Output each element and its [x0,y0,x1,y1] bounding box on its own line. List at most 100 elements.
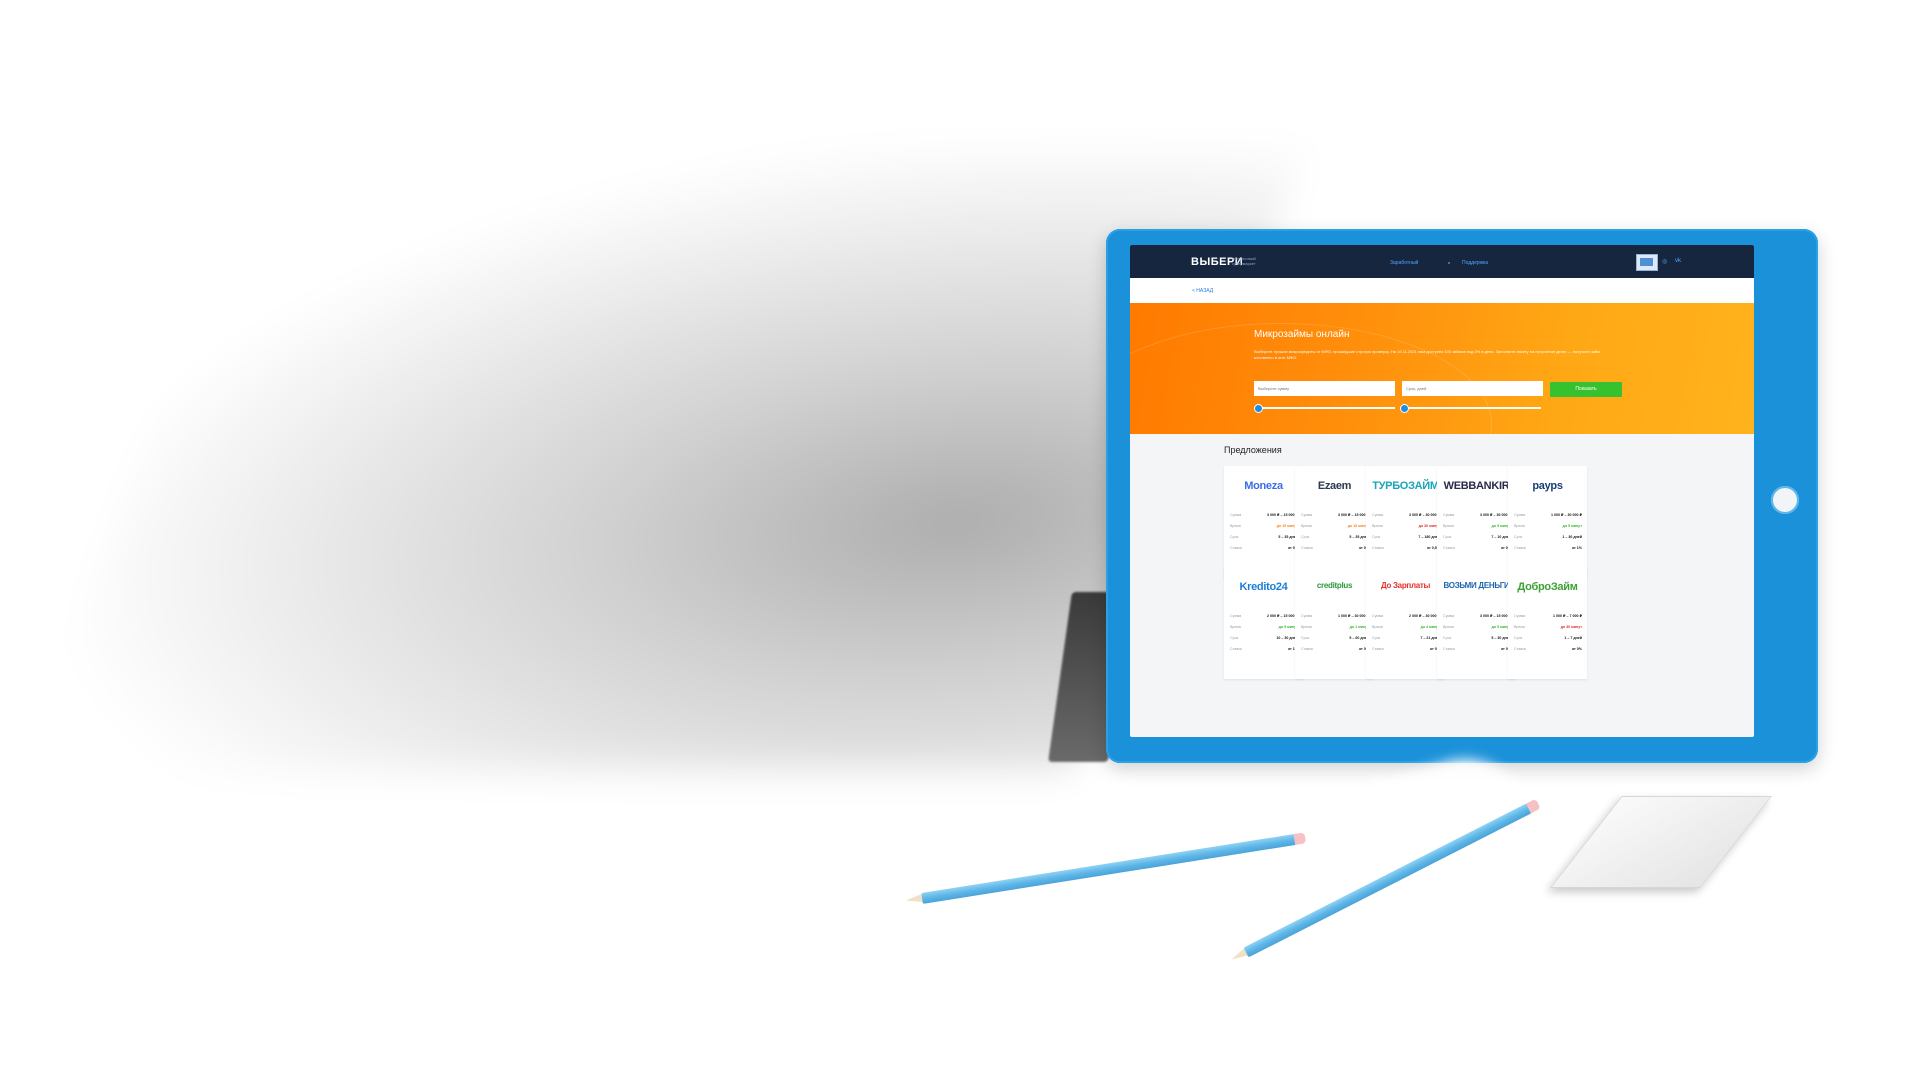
offer-card[interactable]: ДоброЗайм Сумма 1 000 ₽ – 7 000 ₽ Время до 3… [1508,567,1587,679]
row-label: Срок [1301,535,1310,539]
amount-input[interactable] [1254,381,1395,396]
offer-card[interactable]: ВОЗЬМИ ДЕНЬГИ Сумма 3 000 ₽ – 15 000 ₽ Врем… [1437,567,1516,679]
lender-logo: ВОЗЬМИ ДЕНЬГИ [1443,581,1510,590]
offer-card[interactable]: creditplus Сумма 1 000 ₽ – 30 000 ₽ Время до… [1295,567,1374,679]
row-label: Сумма [1230,614,1242,618]
offer-row-rate: Ставка от 0% [1372,647,1440,655]
row-label: Время [1372,625,1383,629]
amount-slider-handle[interactable] [1254,404,1263,413]
term-slider[interactable] [1402,407,1541,409]
offer-card[interactable]: Kredito24 Сумма 2 000 ₽ – 15 000 ₽ Время до … [1224,567,1303,679]
nav-link-support[interactable]: Поддержка [1462,260,1488,266]
row-value: 3 000 ₽ – 15 000 ₽ [1480,614,1511,618]
row-value: 1 – 7 дней [1564,636,1582,640]
offer-row-rate: Ставка от 1% [1230,647,1298,655]
row-label: Сумма [1230,513,1242,517]
row-label: Сумма [1372,614,1384,618]
offer-row-rate: Ставка от 1% [1514,546,1582,554]
term-slider-handle[interactable] [1400,404,1409,413]
row-label: Срок [1230,535,1239,539]
offer-row-rate: Ставка от 0% [1514,647,1582,655]
offer-row-amount: Сумма 1 000 ₽ – 7 000 ₽ [1514,614,1582,622]
offer-row-rate: Ставка от 0% [1301,546,1369,554]
row-label: Срок [1514,535,1523,539]
row-label: Ставка [1301,546,1313,550]
row-label: Ставка [1230,647,1242,651]
notepad [1550,796,1772,888]
offer-row-time: Время до 5 минут [1443,524,1511,532]
offer-row-time: Время до 5 минут [1230,625,1298,633]
offer-row-term: Срок 10 – 30 дней [1230,636,1298,644]
lender-logo: payps [1532,480,1563,492]
hero-banner: Микрозаймы онлайн Выберите лучшие микрок… [1130,303,1754,434]
home-button[interactable] [1771,486,1799,514]
row-label: Ставка [1514,546,1526,550]
tablet-screen: ВЫБЕРИ финансовый супермаркет Заработный… [1130,245,1754,737]
row-label: Время [1301,625,1312,629]
row-label: Ставка [1230,546,1242,550]
row-label: Ставка [1514,647,1526,651]
offer-card[interactable]: Moneza Сумма 3 000 ₽ – 15 000 ₽ Время до 15 … [1224,466,1303,578]
pencil-tip [905,894,923,905]
row-label: Срок [1514,636,1523,640]
offer-row-rate: Ставка от 0% [1230,546,1298,554]
offer-card[interactable]: ТУРБОЗАЙМ Сумма 3 000 ₽ – 30 000 ₽ Время до … [1366,466,1445,578]
term-input[interactable] [1402,381,1543,396]
offer-row-amount: Сумма 3 000 ₽ – 15 000 ₽ [1443,614,1511,622]
row-label: Сумма [1514,614,1526,618]
row-value: от 1% [1571,546,1582,550]
offer-row-amount: Сумма 3 000 ₽ – 15 000 ₽ [1301,513,1369,521]
row-label: Ставка [1372,546,1384,550]
offer-row-amount: Сумма 3 000 ₽ – 15 000 ₽ [1230,513,1298,521]
row-value: от 0% [1571,647,1582,651]
offer-row-time: Время до 30 минут [1514,625,1582,633]
pencil-tip [1229,948,1248,963]
row-label: Срок [1230,636,1239,640]
amount-slider[interactable] [1256,407,1395,409]
offer-row-rate: Ставка от 0% [1443,546,1511,554]
offer-row-rate: Ставка от 0,5% [1372,546,1440,554]
offer-card[interactable]: До Зарплаты Сумма 2 000 ₽ – 30 000 ₽ Время д… [1366,567,1445,679]
instagram-icon[interactable]: ◎ [1662,258,1667,265]
row-label: Срок [1372,636,1381,640]
vk-icon[interactable]: vk [1675,258,1681,264]
row-value: 3 000 ₽ – 30 000 ₽ [1480,513,1511,517]
offer-row-term: Срок 7 – 21 дней [1372,636,1440,644]
top-navbar: ВЫБЕРИ финансовый супермаркет Заработный… [1130,245,1754,278]
lender-logo: Kredito24 [1239,581,1288,593]
hero-title: Микрозаймы онлайн [1254,329,1350,340]
back-link[interactable]: < НАЗАД [1192,288,1213,294]
offer-row-time: Время до 30 минут [1372,524,1440,532]
row-label: Время [1443,625,1454,629]
nav-separator [1448,262,1450,264]
offer-row-term: Срок 5 – 35 дней [1301,535,1369,543]
offer-row-term: Срок 7 – 10 дней [1443,535,1511,543]
account-icon[interactable] [1636,254,1658,271]
row-label: Срок [1443,535,1452,539]
row-value: 3 000 ₽ – 15 000 ₽ [1267,513,1298,517]
nav-link-salary[interactable]: Заработный [1390,260,1418,266]
offer-card[interactable]: Ezaem Сумма 3 000 ₽ – 15 000 ₽ Время до 15 м… [1295,466,1374,578]
row-label: Ставка [1372,647,1384,651]
row-label: Время [1514,625,1525,629]
offer-row-time: Время до 4 минут [1372,625,1440,633]
offer-row-amount: Сумма 3 000 ₽ – 30 000 ₽ [1372,513,1440,521]
row-label: Срок [1443,636,1452,640]
offer-card[interactable]: WEBBANKIR Сумма 3 000 ₽ – 30 000 ₽ Время до … [1437,466,1516,578]
row-value: до 5 минут [1562,524,1582,528]
offer-row-amount: Сумма 1 000 ₽ – 30 000 ₽ [1301,614,1369,622]
offer-card[interactable]: payps Сумма 1 000 ₽ – 30 000 ₽ Время до 5 ми… [1508,466,1587,578]
lender-logo: ТУРБОЗАЙМ [1372,480,1439,492]
offer-row-amount: Сумма 1 000 ₽ – 30 000 ₽ [1514,513,1582,521]
lender-logo: WEBBANKIR [1443,480,1510,492]
row-label: Сумма [1443,614,1455,618]
offer-row-time: Время до 15 минут [1301,524,1369,532]
row-label: Время [1301,524,1312,528]
tablet-device: ВЫБЕРИ финансовый супермаркет Заработный… [1106,229,1818,763]
row-value: до 30 минут [1560,625,1582,629]
show-button[interactable]: Показать [1550,382,1622,397]
row-label: Сумма [1301,513,1313,517]
offer-row-term: Срок 1 – 7 дней [1514,636,1582,644]
hero-description: Выберите лучшие микрокредиты от МФО, про… [1254,349,1600,360]
row-label: Ставка [1443,546,1455,550]
